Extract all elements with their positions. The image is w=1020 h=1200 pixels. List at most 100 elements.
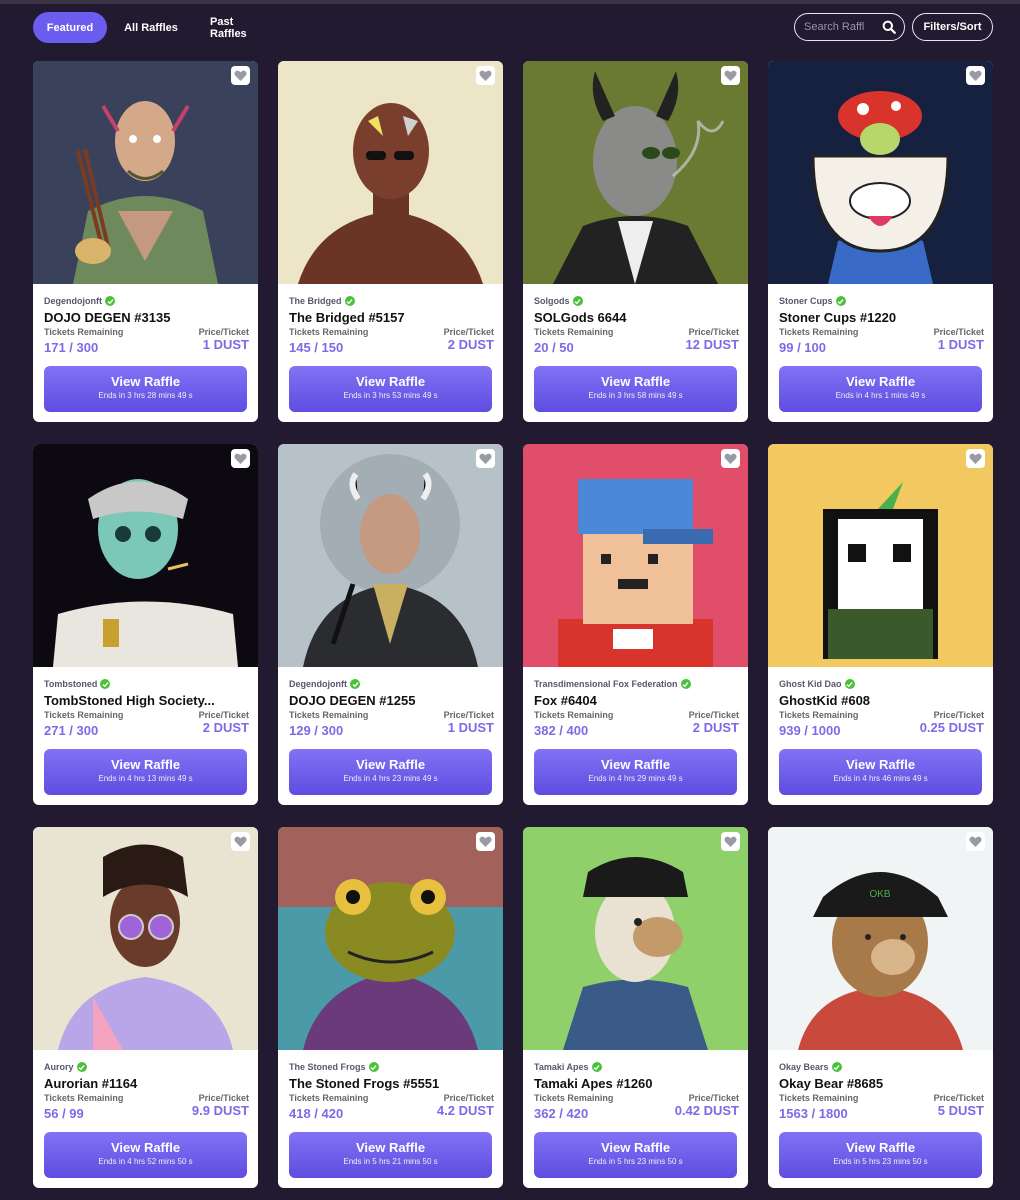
collection-name[interactable]: The Stoned Frogs	[289, 1061, 494, 1073]
raffle-card: Degendojonft DOJO DEGEN #1255 Tickets Re…	[278, 444, 503, 805]
nft-image[interactable]	[278, 827, 503, 1050]
search-input[interactable]	[804, 21, 870, 33]
view-raffle-button[interactable]: View Raffle Ends in 3 hrs 28 mins 49 s	[44, 366, 247, 412]
collection-name[interactable]: Stoner Cups	[779, 295, 984, 307]
nft-image[interactable]: OKB	[768, 827, 993, 1050]
raffle-card: OKB Okay Bears Okay Bear #8685 Tickets R…	[768, 827, 993, 1188]
tickets-label: Tickets Remaining	[534, 710, 614, 720]
favorite-heart-icon[interactable]	[721, 66, 740, 85]
nft-image[interactable]	[768, 444, 993, 667]
price-label: Price/Ticket	[443, 710, 494, 720]
raffle-countdown: Ends in 5 hrs 23 mins 50 s	[833, 1157, 928, 1166]
nft-name: The Bridged #5157	[289, 310, 405, 325]
tickets-remaining: 1563 / 1800	[779, 1106, 848, 1121]
favorite-heart-icon[interactable]	[721, 832, 740, 851]
tickets-remaining: 271 / 300	[44, 723, 99, 738]
nft-name: Aurorian #1164	[44, 1076, 138, 1091]
price-label: Price/Ticket	[933, 1093, 984, 1103]
tickets-remaining: 56 / 99	[44, 1106, 84, 1121]
view-raffle-button[interactable]: View Raffle Ends in 4 hrs 46 mins 49 s	[779, 749, 982, 795]
nft-name: SOLGods 6644	[534, 310, 627, 325]
view-raffle-label: View Raffle	[355, 1140, 426, 1155]
view-raffle-button[interactable]: View Raffle Ends in 4 hrs 52 mins 50 s	[44, 1132, 247, 1178]
raffle-countdown: Ends in 4 hrs 13 mins 49 s	[98, 774, 193, 783]
nft-name: The Stoned Frogs #5551	[289, 1076, 440, 1091]
collection-name[interactable]: Degendojonft	[289, 678, 494, 690]
verified-check-icon	[76, 1062, 87, 1072]
search-icon[interactable]	[882, 20, 896, 34]
tab-past-raffles[interactable]: Past Raffles	[195, 12, 285, 43]
collection-name[interactable]: Tamaki Apes	[534, 1061, 739, 1073]
tickets-remaining: 99 / 100	[779, 340, 826, 355]
nft-image[interactable]	[523, 827, 748, 1050]
collection-name[interactable]: Aurory	[44, 1061, 249, 1073]
view-raffle-button[interactable]: View Raffle Ends in 5 hrs 21 mins 50 s	[289, 1132, 492, 1178]
raffle-tabs: Featured All Raffles Past Raffles	[33, 12, 285, 43]
favorite-heart-icon[interactable]	[231, 66, 250, 85]
view-raffle-button[interactable]: View Raffle Ends in 4 hrs 29 mins 49 s	[534, 749, 737, 795]
view-raffle-button[interactable]: View Raffle Ends in 4 hrs 23 mins 49 s	[289, 749, 492, 795]
price-label: Price/Ticket	[198, 1093, 249, 1103]
raffle-card: Transdimensional Fox Federation Fox #640…	[523, 444, 748, 805]
favorite-heart-icon[interactable]	[231, 832, 250, 851]
price-per-ticket: 12 DUST	[685, 337, 739, 352]
view-raffle-button[interactable]: View Raffle Ends in 3 hrs 53 mins 49 s	[289, 366, 492, 412]
raffle-countdown: Ends in 3 hrs 58 mins 49 s	[588, 391, 683, 400]
tab-featured[interactable]: Featured	[33, 12, 107, 43]
nft-image[interactable]	[278, 444, 503, 667]
price-per-ticket: 1 DUST	[937, 337, 984, 352]
raffle-card: The Stoned Frogs The Stoned Frogs #5551 …	[278, 827, 503, 1188]
raffle-card: Degendojonft DOJO DEGEN #3135 Tickets Re…	[33, 61, 258, 422]
nft-image[interactable]	[33, 444, 258, 667]
price-label: Price/Ticket	[198, 327, 249, 337]
raffle-countdown: Ends in 4 hrs 29 mins 49 s	[588, 774, 683, 783]
view-raffle-button[interactable]: View Raffle Ends in 5 hrs 23 mins 50 s	[534, 1132, 737, 1178]
favorite-heart-icon[interactable]	[966, 832, 985, 851]
favorite-heart-icon[interactable]	[966, 66, 985, 85]
favorite-heart-icon[interactable]	[966, 449, 985, 468]
collection-name[interactable]: Degendojonft	[44, 295, 249, 307]
collection-name[interactable]: Solgods	[534, 295, 739, 307]
verified-check-icon	[572, 296, 583, 306]
top-border	[0, 0, 1020, 4]
view-raffle-label: View Raffle	[600, 1140, 671, 1155]
tickets-label: Tickets Remaining	[44, 1093, 124, 1103]
verified-check-icon	[831, 1062, 842, 1072]
price-per-ticket: 0.25 DUST	[919, 720, 984, 735]
collection-name[interactable]: Transdimensional Fox Federation	[534, 678, 739, 690]
collection-name[interactable]: Ghost Kid Dao	[779, 678, 984, 690]
nft-image[interactable]	[768, 61, 993, 284]
tickets-label: Tickets Remaining	[779, 327, 859, 337]
price-label: Price/Ticket	[933, 327, 984, 337]
view-raffle-button[interactable]: View Raffle Ends in 4 hrs 13 mins 49 s	[44, 749, 247, 795]
favorite-heart-icon[interactable]	[721, 449, 740, 468]
favorite-heart-icon[interactable]	[476, 832, 495, 851]
price-per-ticket: 2 DUST	[447, 337, 494, 352]
view-raffle-button[interactable]: View Raffle Ends in 5 hrs 23 mins 50 s	[779, 1132, 982, 1178]
price-per-ticket: 5 DUST	[937, 1103, 984, 1118]
nft-image[interactable]	[33, 827, 258, 1050]
collection-name[interactable]: Okay Bears	[779, 1061, 984, 1073]
view-raffle-button[interactable]: View Raffle Ends in 3 hrs 58 mins 49 s	[534, 366, 737, 412]
nft-image[interactable]	[523, 444, 748, 667]
nft-image[interactable]	[278, 61, 503, 284]
verified-check-icon	[344, 296, 355, 306]
tickets-remaining: 171 / 300	[44, 340, 99, 355]
verified-check-icon	[368, 1062, 379, 1072]
nft-name: Okay Bear #8685	[779, 1076, 884, 1091]
raffle-countdown: Ends in 5 hrs 21 mins 50 s	[343, 1157, 438, 1166]
nft-image[interactable]	[523, 61, 748, 284]
collection-name[interactable]: Tombstoned	[44, 678, 249, 690]
raffle-card: Solgods SOLGods 6644 Tickets Remaining P…	[523, 61, 748, 422]
favorite-heart-icon[interactable]	[476, 449, 495, 468]
view-raffle-button[interactable]: View Raffle Ends in 4 hrs 1 mins 49 s	[779, 366, 982, 412]
favorite-heart-icon[interactable]	[476, 66, 495, 85]
raffle-card: The Bridged The Bridged #5157 Tickets Re…	[278, 61, 503, 422]
tab-all-raffles[interactable]: All Raffles	[107, 12, 195, 43]
verified-check-icon	[105, 296, 115, 306]
nft-image[interactable]	[33, 61, 258, 284]
collection-name[interactable]: The Bridged	[289, 295, 494, 307]
favorite-heart-icon[interactable]	[231, 449, 250, 468]
tickets-label: Tickets Remaining	[44, 327, 124, 337]
filters-sort-button[interactable]: Filters/Sort	[912, 13, 993, 41]
